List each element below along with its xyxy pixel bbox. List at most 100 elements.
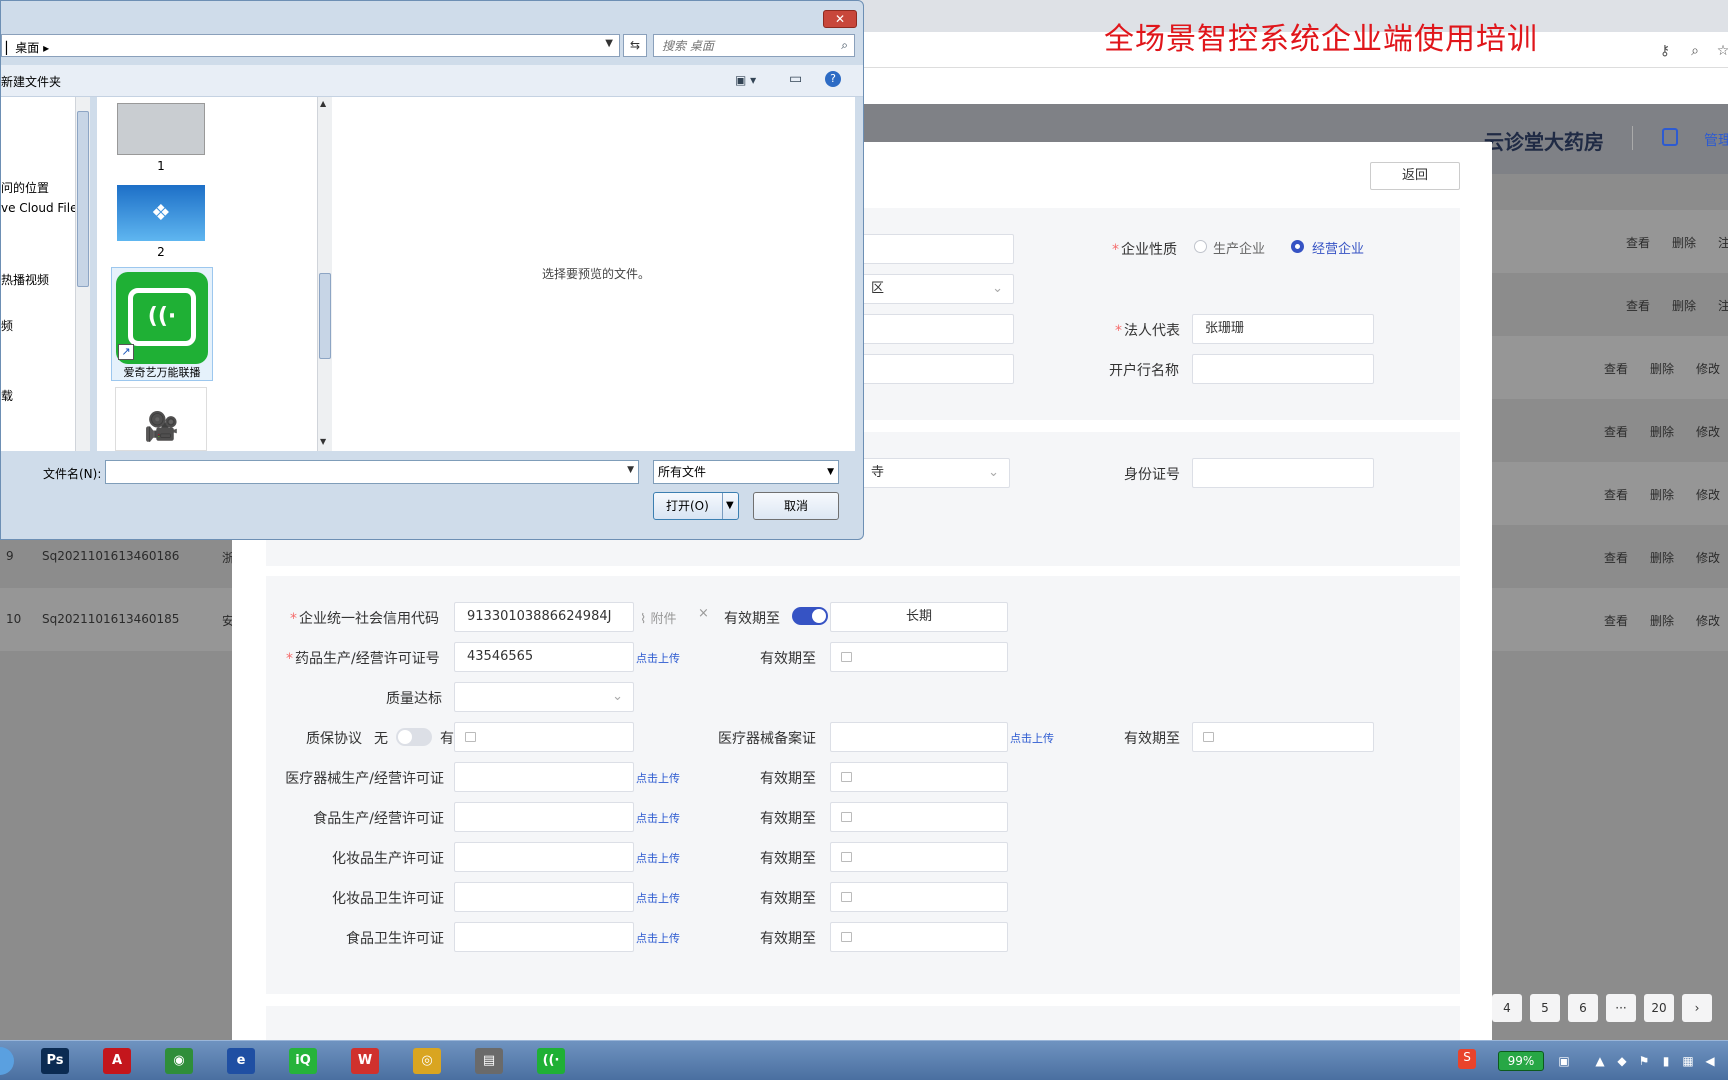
license-valid-date[interactable] (830, 842, 1008, 872)
drug-valid-date[interactable] (830, 642, 1008, 672)
taskbar-iqiyi-cast-button[interactable]: ((· (532, 1045, 570, 1077)
close-button[interactable]: ✕ (823, 10, 857, 28)
refresh-icon[interactable]: ⇆ (623, 34, 647, 57)
preview-pane-icon[interactable]: ▭ (789, 71, 802, 87)
nav-item[interactable]: 频 (1, 317, 13, 334)
attachment-link[interactable]: ⌇ 附件 (640, 608, 677, 627)
key-icon[interactable]: ⚷ (1656, 42, 1674, 60)
star-icon[interactable]: ☆ (1714, 42, 1728, 60)
license-valid-date[interactable] (830, 802, 1008, 832)
row-action-link[interactable]: 查看 (1604, 362, 1628, 376)
file-item[interactable]: 🎥 (115, 387, 207, 451)
taskbar-ie-button[interactable]: e (222, 1045, 260, 1077)
license-number-input[interactable] (454, 762, 634, 792)
warranty-date[interactable] (454, 722, 634, 752)
taskbar-iqiyi-button[interactable]: iQ (284, 1045, 322, 1077)
upload-link[interactable]: 点击上传 (636, 850, 680, 866)
upload-link[interactable]: 点击上传 (636, 890, 680, 906)
nav-scrollbar[interactable] (75, 97, 90, 451)
nav-item[interactable]: 载 (1, 387, 13, 404)
upload-link[interactable]: 点击上传 (636, 650, 680, 666)
power-icon[interactable]: ▮ (1658, 1053, 1674, 1069)
taskbar-doc-button[interactable]: ▤ (470, 1045, 508, 1077)
remove-attachment-icon[interactable]: × (698, 606, 709, 621)
taskbar-pdf-button[interactable]: A (98, 1045, 136, 1077)
next-page-button[interactable]: › (1682, 994, 1712, 1022)
address-input-partial[interactable] (858, 314, 1014, 344)
start-button[interactable] (0, 1047, 14, 1075)
upload-link[interactable]: 点击上传 (636, 930, 680, 946)
filename-input[interactable]: ▼ (105, 460, 639, 484)
file-item-selected[interactable]: ((· ↗ 爱奇艺万能联播 (111, 267, 213, 381)
page-button[interactable]: 4 (1492, 994, 1522, 1022)
filetype-select[interactable]: 所有文件 ▼ (653, 460, 839, 484)
row-action-link[interactable]: 查看 (1604, 551, 1628, 565)
account-input-partial[interactable] (858, 354, 1014, 384)
district-select[interactable]: 区 ⌄ (858, 274, 1014, 304)
row-action-link[interactable]: 删除 (1650, 425, 1674, 439)
row-action-link[interactable]: 删除 (1672, 236, 1696, 250)
sogou-ime-icon[interactable]: S (1458, 1049, 1476, 1069)
network-icon[interactable]: ▦ (1680, 1053, 1696, 1069)
device-record-valid-date[interactable] (1192, 722, 1374, 752)
row-action-link[interactable]: 删除 (1650, 614, 1674, 628)
license-valid-date[interactable] (830, 762, 1008, 792)
upload-link[interactable]: 点击上传 (636, 770, 680, 786)
legal-rep-input[interactable]: 张珊珊 (1192, 314, 1374, 344)
row-action-link[interactable]: 查看 (1626, 299, 1650, 313)
file-item[interactable]: ❖ 2 (115, 185, 207, 259)
page-button[interactable]: 20 (1644, 994, 1674, 1022)
taskbar-ps-button[interactable]: Ps (36, 1045, 74, 1077)
help-icon[interactable]: ? (825, 71, 841, 87)
row-action-link[interactable]: 删除 (1650, 362, 1674, 376)
license-number-input[interactable] (454, 842, 634, 872)
battery-plug-icon[interactable]: ▣ (1556, 1053, 1572, 1069)
row-action-link[interactable]: 查看 (1604, 488, 1628, 502)
view-options-icon[interactable]: ▣ ▾ (735, 73, 756, 87)
license-number-input[interactable] (454, 882, 634, 912)
search-icon[interactable]: ⌕ (841, 38, 848, 53)
warranty-toggle[interactable] (396, 728, 432, 746)
manage-link[interactable]: 管理 (1704, 130, 1728, 150)
action-center-icon[interactable]: ⚑ (1636, 1053, 1652, 1069)
page-button[interactable]: 6 (1568, 994, 1598, 1022)
lock-icon[interactable] (1662, 128, 1678, 146)
page-button[interactable]: 5 (1530, 994, 1560, 1022)
row-action-link[interactable]: 查看 (1604, 425, 1628, 439)
company-name-input-partial[interactable] (858, 234, 1014, 264)
nav-item[interactable]: 热播视频 (1, 271, 49, 288)
scroll-up-icon[interactable]: ▲ (320, 99, 326, 108)
quality-select[interactable]: ⌄ (454, 682, 634, 712)
taskbar-wps-button[interactable]: W (346, 1045, 384, 1077)
row-action-link[interactable]: 修改 (1696, 362, 1720, 376)
row-action-link[interactable]: 查看 (1626, 236, 1650, 250)
search-box[interactable]: ⌕ (653, 34, 855, 57)
file-scrollbar[interactable]: ▲ ▼ (317, 97, 332, 451)
tray-app-icon[interactable]: ◆ (1614, 1053, 1630, 1069)
file-item[interactable]: 1 (115, 103, 207, 173)
path-dropdown-icon[interactable]: ▼ (605, 38, 613, 49)
scroll-down-icon[interactable]: ▼ (320, 437, 326, 446)
row-action-link[interactable]: 注 (1718, 236, 1728, 250)
bank-name-input[interactable] (1192, 354, 1374, 384)
device-record-input[interactable] (830, 722, 1008, 752)
new-folder-button[interactable]: 新建文件夹 (1, 73, 61, 90)
id-number-input[interactable] (1192, 458, 1374, 488)
cancel-button[interactable]: 取消 (753, 492, 839, 520)
filename-dropdown-icon[interactable]: ▼ (627, 465, 634, 475)
taskbar-chrome-button[interactable]: ◎ (408, 1045, 446, 1077)
nav-scroll-thumb[interactable] (77, 111, 89, 287)
row-action-link[interactable]: 修改 (1696, 614, 1720, 628)
page-ellipsis[interactable]: ··· (1606, 994, 1636, 1022)
radio-business[interactable] (1291, 240, 1304, 253)
show-hidden-icons[interactable]: ▲ (1592, 1053, 1608, 1069)
license-valid-date[interactable] (830, 922, 1008, 952)
contact-select-partial[interactable]: 寺 ⌄ (858, 458, 1010, 488)
upload-link[interactable]: 点击上传 (636, 810, 680, 826)
license-number-input[interactable] (454, 802, 634, 832)
volume-icon[interactable]: ◀ (1702, 1053, 1718, 1069)
drug-license-input[interactable]: 43546565 (454, 642, 634, 672)
row-action-link[interactable]: 查看 (1604, 614, 1628, 628)
row-action-link[interactable]: 删除 (1650, 551, 1674, 565)
open-button[interactable]: 打开(O) ▼ (653, 492, 739, 520)
